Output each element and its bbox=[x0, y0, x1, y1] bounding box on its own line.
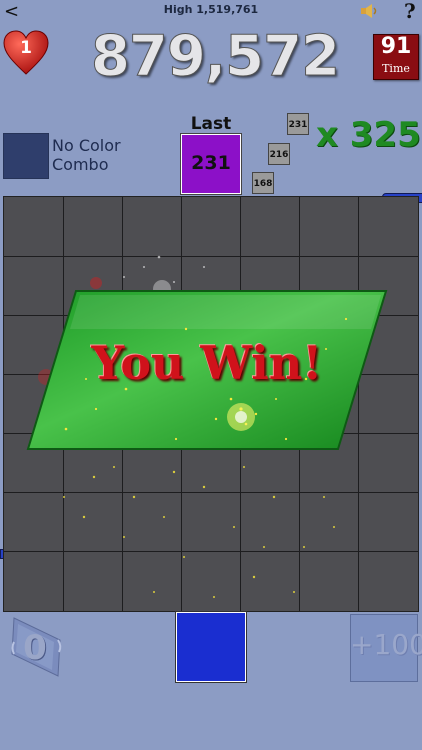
win-message: You Win! bbox=[91, 336, 323, 390]
lives-count: 1 bbox=[20, 38, 32, 58]
high-score: High 1,519,761 bbox=[163, 3, 259, 16]
score-display: 879,572 bbox=[90, 24, 340, 90]
recent-tile: 216 bbox=[268, 143, 290, 165]
help-button[interactable]: ? bbox=[404, 0, 420, 22]
combo-label-line2: Combo bbox=[52, 155, 109, 174]
recent-tile: 168 bbox=[252, 172, 274, 194]
rotate-count: 0 bbox=[23, 628, 47, 668]
current-tile[interactable] bbox=[176, 612, 246, 682]
combo-label-line1: No Color bbox=[52, 136, 121, 155]
last-label: Last bbox=[190, 114, 232, 134]
combo-multiplier: x 325 bbox=[316, 115, 421, 155]
combo-label: No Color Combo bbox=[52, 136, 162, 174]
speaker-icon[interactable] bbox=[360, 3, 380, 19]
bonus-label: +100 bbox=[350, 628, 422, 661]
combo-swatch bbox=[3, 133, 49, 179]
recent-tile: 231 bbox=[287, 113, 309, 135]
timer-label: Time bbox=[382, 62, 410, 75]
last-tile-value: 231 bbox=[191, 152, 231, 174]
timer-value: 91 bbox=[380, 34, 412, 59]
